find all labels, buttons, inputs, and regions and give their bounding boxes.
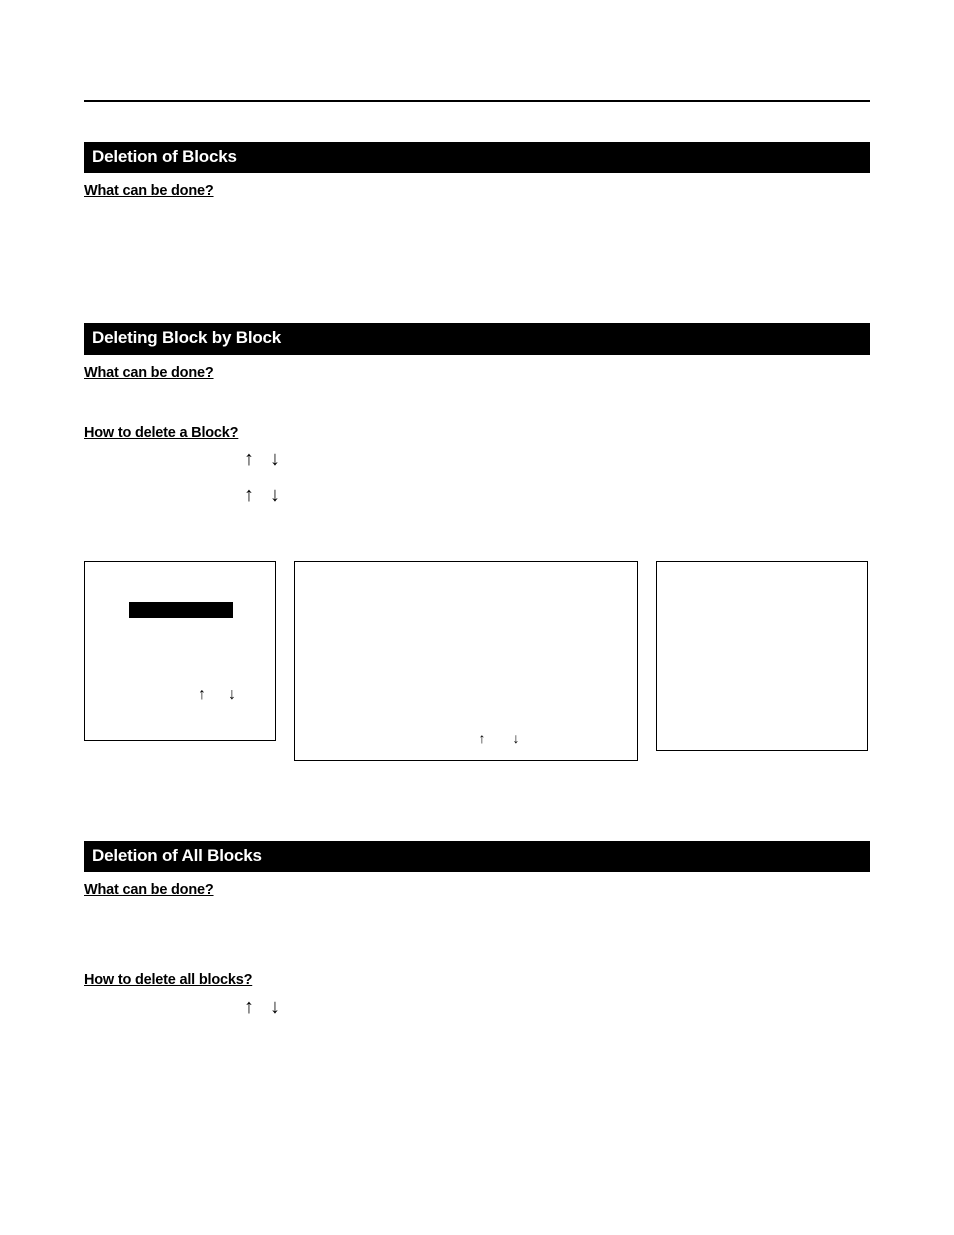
arrow-down-icon — [268, 449, 282, 470]
arrow-up-icon — [475, 730, 489, 748]
figure-row — [84, 561, 870, 761]
figure-1-arrows — [195, 686, 239, 704]
section-heading-deletion-of-all-blocks: Deletion of All Blocks — [84, 841, 870, 872]
figure-1 — [84, 561, 276, 741]
subheading-what-can-be-done-3: What can be done? — [84, 882, 870, 898]
arrow-row-3 — [242, 992, 870, 1022]
section-3-wrap: Deletion of All Blocks What can be done?… — [84, 841, 870, 1022]
figure-1-bar — [129, 602, 233, 618]
figure-2 — [294, 561, 638, 761]
figure-2-arrows — [475, 730, 523, 748]
arrow-down-icon — [268, 485, 282, 506]
figure-3 — [656, 561, 868, 751]
arrow-row-1 — [242, 445, 870, 475]
arrow-row-2 — [242, 481, 870, 511]
rule — [84, 100, 870, 102]
arrow-down-icon — [225, 686, 239, 704]
arrow-up-icon — [195, 686, 209, 704]
arrow-up-icon — [242, 997, 256, 1018]
section-heading-deleting-block-by-block: Deleting Block by Block — [84, 323, 870, 354]
arrow-down-icon — [268, 997, 282, 1018]
section-heading-deletion-of-blocks: Deletion of Blocks — [84, 142, 870, 173]
arrow-down-icon — [509, 730, 523, 748]
document-page: Deletion of Blocks What can be done? Del… — [84, 100, 870, 1022]
subheading-what-can-be-done-2: What can be done? — [84, 365, 870, 381]
subheading-how-to-delete-all-blocks: How to delete all blocks? — [84, 972, 870, 988]
subheading-what-can-be-done-1: What can be done? — [84, 183, 870, 199]
spacer — [84, 902, 870, 962]
arrow-up-icon — [242, 449, 256, 470]
spacer — [84, 203, 870, 323]
arrow-up-icon — [242, 485, 256, 506]
spacer — [84, 385, 870, 415]
subheading-how-to-delete-a-block: How to delete a Block? — [84, 425, 870, 441]
